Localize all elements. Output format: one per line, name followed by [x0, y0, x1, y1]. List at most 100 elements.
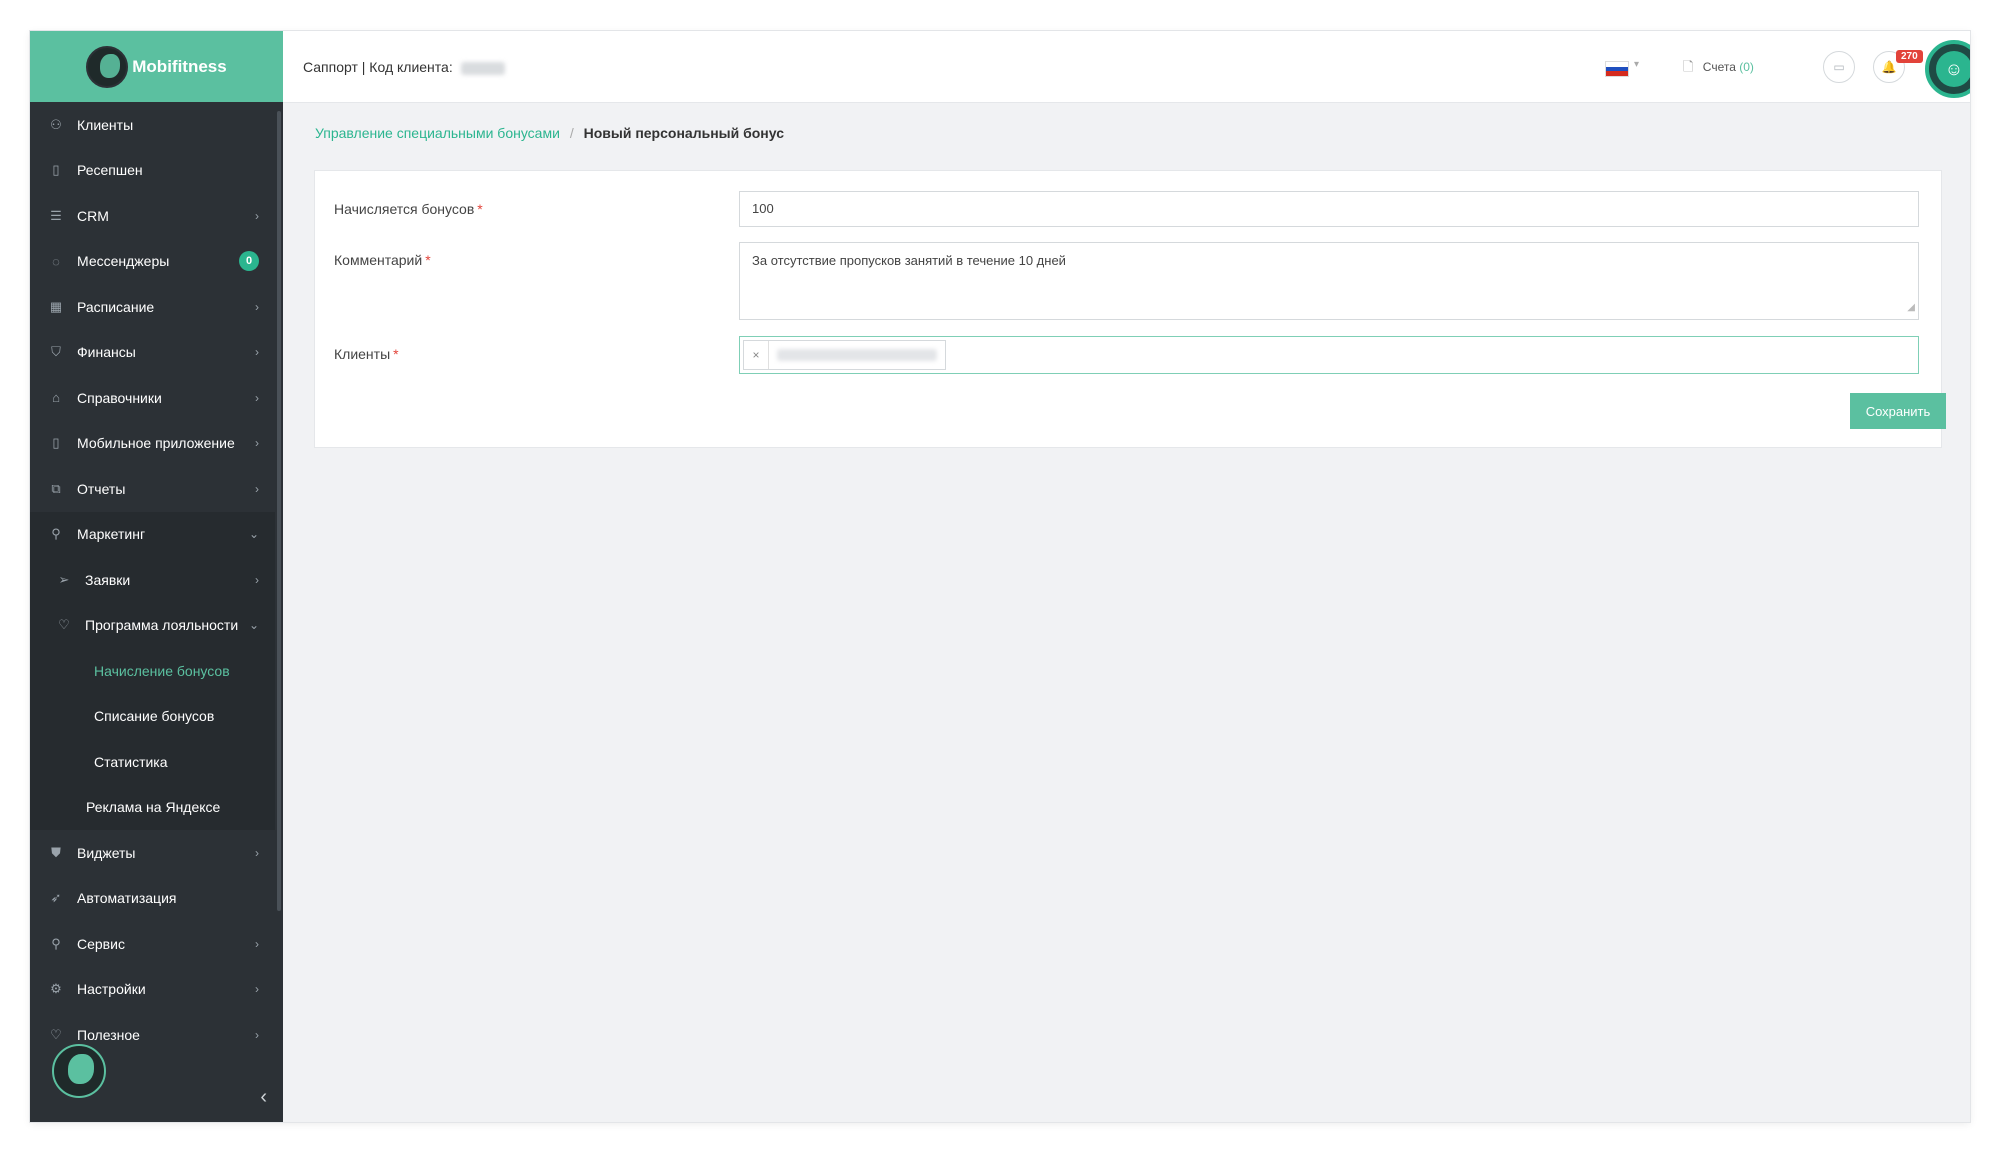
chevron-right-icon: › — [255, 936, 259, 951]
clients-icon: ⚇ — [50, 116, 62, 132]
sidebar-item-mobile-app[interactable]: ▯ Мобильное приложение › — [30, 421, 275, 467]
chevron-right-icon: › — [255, 208, 259, 223]
comment-label: Комментарий * — [334, 252, 431, 268]
chevron-right-icon: › — [255, 299, 259, 314]
chevron-right-icon: › — [255, 1027, 259, 1042]
invoices-link[interactable]: 🗋 Счета (0) — [1683, 58, 1754, 80]
clients-label: Клиенты * — [334, 346, 399, 362]
sidebar-item-settings[interactable]: ⚙ Настройки › — [30, 967, 275, 1013]
sidebar-item-requests[interactable]: ➢ Заявки › — [30, 557, 275, 603]
sidebar-item-label: Начисление бонусов — [94, 662, 230, 679]
breadcrumb-parent-link[interactable]: Управление специальными бонусами — [315, 125, 560, 141]
sidebar-scrollbar[interactable] — [277, 111, 281, 911]
brand-name: Mobifitness — [132, 56, 227, 76]
breadcrumb: Управление специальными бонусами / Новый… — [315, 125, 784, 141]
sidebar-item-loyalty[interactable]: ♡ Программа лояльности ⌄ — [30, 603, 275, 649]
comment-text: За отсутствие пропусков занятий в течени… — [752, 253, 1066, 268]
topbar: Саппорт | Код клиента: ▾ 🗋 Счета (0) ▭ 🔔… — [283, 31, 1970, 103]
sidebar-item-label: Расписание — [77, 298, 155, 315]
chevron-right-icon: › — [255, 345, 259, 360]
reception-icon: ▯ — [52, 162, 60, 178]
sidebar-item-label: Финансы — [77, 344, 136, 361]
calendar-icon: ▦ — [49, 298, 63, 314]
app-window: Mobifitness ⚇ Клиенты ▯ Ресепшен ☰ CRM ›… — [30, 31, 1970, 1122]
user-avatar[interactable]: ☺ — [1925, 40, 1970, 98]
sidebar-item-bonus-accrual[interactable]: Начисление бонусов — [30, 648, 275, 694]
sidebar-item-label: Ресепшен — [77, 162, 143, 179]
resize-handle-icon[interactable]: ◢ — [1907, 300, 1915, 316]
russia-flag-icon[interactable] — [1605, 61, 1629, 77]
marketing-submenu: ➢ Заявки › ♡ Программа лояльности ⌄ Начи… — [30, 557, 275, 830]
wrench-icon: ⚲ — [51, 935, 61, 951]
document-icon: 🗋 — [1683, 59, 1694, 74]
bonus-amount-label: Начисляется бонусов * — [334, 201, 483, 217]
sidebar-menu: ⚇ Клиенты ▯ Ресепшен ☰ CRM › ◌ Мессендже… — [30, 102, 275, 1058]
gorilla-logo-icon — [52, 1044, 106, 1098]
sidebar-item-label: Заявки — [85, 571, 131, 588]
sidebar-item-directories[interactable]: ⌂ Справочники › — [30, 375, 275, 421]
messengers-count-badge: 0 — [239, 251, 259, 272]
sidebar-item-label: Маркетинг — [77, 526, 146, 543]
list-icon: ☰ — [50, 207, 62, 223]
sidebar-item-label: Автоматизация — [77, 890, 177, 907]
sidebar-footer: ‹ — [30, 1044, 283, 1122]
sidebar: Mobifitness ⚇ Клиенты ▯ Ресепшен ☰ CRM ›… — [30, 31, 283, 1122]
sidebar-item-label: Отчеты — [77, 480, 126, 497]
comment-textarea[interactable]: За отсутствие пропусков занятий в течени… — [739, 242, 1919, 320]
marketing-icon: ⚲ — [51, 526, 61, 542]
client-name-redacted — [777, 349, 937, 361]
page-title: Новый персональный бонус — [583, 125, 784, 141]
support-client-code: Саппорт | Код клиента: — [303, 59, 505, 75]
sidebar-item-label: Списание бонусов — [94, 708, 215, 725]
home-icon: ⌂ — [52, 390, 60, 406]
sidebar-item-label: Клиенты — [77, 116, 134, 133]
chevron-right-icon: › — [255, 481, 259, 496]
chevron-down-icon[interactable]: ▾ — [1634, 59, 1639, 70]
sidebar-item-label: Справочники — [77, 389, 162, 406]
sidebar-item-label: Настройки — [77, 981, 146, 998]
clients-select[interactable]: × — [739, 336, 1919, 374]
sidebar-item-finance[interactable]: ⛉ Финансы › — [30, 330, 275, 376]
sidebar-item-automation[interactable]: ➶ Автоматизация — [30, 876, 275, 922]
thumb-icon: ♡ — [58, 617, 70, 633]
folder-icon[interactable]: ▭ — [1823, 51, 1855, 83]
brand-header[interactable]: Mobifitness — [30, 31, 283, 102]
sidebar-item-reception[interactable]: ▯ Ресепшен — [30, 148, 275, 194]
sidebar-item-label: Статистика — [94, 753, 168, 770]
sidebar-item-schedule[interactable]: ▦ Расписание › — [30, 284, 275, 330]
collapse-sidebar-icon[interactable]: ‹ — [260, 1086, 267, 1109]
support-label: Саппорт | Код клиента: — [303, 59, 453, 75]
sidebar-item-bonus-writeoff[interactable]: Списание бонусов — [30, 694, 275, 740]
sidebar-item-label: Программа лояльности — [85, 617, 239, 634]
sidebar-item-label: Реклама на Яндексе — [86, 799, 221, 816]
cart-icon: ⛉ — [51, 344, 61, 360]
sidebar-item-statistics[interactable]: Статистика — [30, 739, 275, 785]
sidebar-item-label: CRM — [77, 207, 109, 224]
sidebar-item-label: Сервис — [77, 935, 125, 952]
notification-count-badge: 270 — [1896, 50, 1923, 63]
sidebar-item-yandex-ads[interactable]: Реклама на Яндексе — [30, 785, 275, 831]
sidebar-item-clients[interactable]: ⚇ Клиенты — [30, 102, 275, 148]
sidebar-item-label: Виджеты — [77, 844, 136, 861]
bonus-form-card: Начисляется бонусов * 100 Комментарий * За… — [314, 170, 1946, 448]
chevron-right-icon: › — [255, 982, 259, 997]
save-button[interactable]: Сохранить — [1850, 393, 1946, 429]
chevron-right-icon: › — [255, 436, 259, 451]
invoices-count: (0) — [1739, 60, 1754, 74]
sidebar-item-service[interactable]: ⚲ Сервис › — [30, 921, 275, 967]
rocket-icon: ➶ — [50, 890, 62, 906]
sidebar-item-label: Полезное — [77, 1026, 140, 1043]
chevron-right-icon: › — [255, 572, 259, 587]
sidebar-item-messengers[interactable]: ◌ Мессенджеры 0 — [30, 239, 275, 285]
remove-tag-icon[interactable]: × — [744, 341, 769, 369]
sidebar-item-widgets[interactable]: ⛊ Виджеты › — [30, 830, 275, 876]
gorilla-logo-icon — [86, 45, 129, 88]
sidebar-item-marketing[interactable]: ⚲ Маркетинг ⌄ — [30, 511, 275, 557]
gear-icon: ⚙ — [50, 981, 62, 997]
bonus-amount-input[interactable]: 100 — [739, 191, 1919, 227]
sidebar-item-reports[interactable]: ⧉ Отчеты › — [30, 466, 275, 512]
sidebar-item-crm[interactable]: ☰ CRM › — [30, 193, 275, 239]
client-tag: × — [743, 340, 946, 370]
chevron-right-icon: › — [255, 390, 259, 405]
required-mark: * — [477, 201, 483, 217]
